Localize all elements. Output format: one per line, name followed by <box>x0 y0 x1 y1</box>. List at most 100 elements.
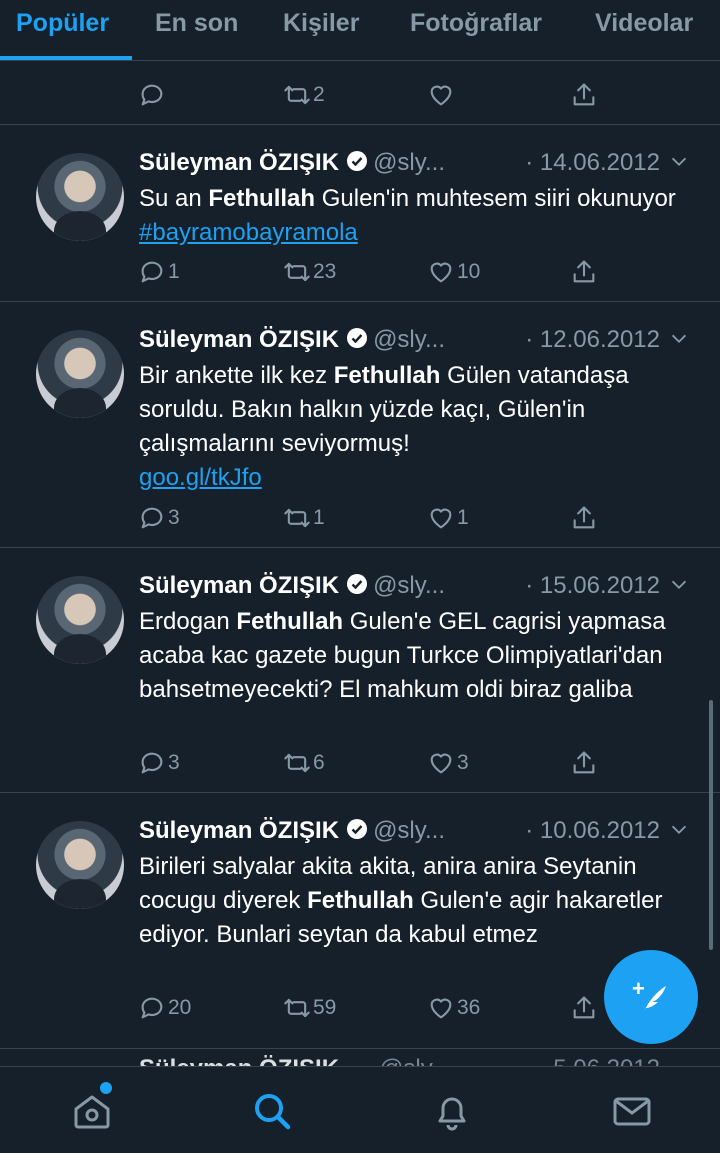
verified-badge-icon <box>347 819 368 839</box>
compose-tweet-button[interactable]: + <box>604 950 698 1044</box>
tab-people[interactable]: Kişiler <box>283 0 359 60</box>
bottom-navigation <box>0 1066 720 1153</box>
author-handle[interactable]: @sly... <box>373 817 445 844</box>
like-button[interactable] <box>427 75 457 115</box>
compose-feather-icon: + <box>632 976 666 1012</box>
like-button[interactable]: 36 <box>427 988 480 1028</box>
hashtag-link[interactable]: #bayramobayramola <box>139 219 358 246</box>
tweet-feed[interactable]: 2 Süleyman ÖZIŞIK @sly... · 14.06.2012 Su… <box>0 61 720 1066</box>
share-button[interactable] <box>570 988 598 1028</box>
tweet-text: Bir ankette ilk kez Fethullah Gülen vata… <box>139 362 629 491</box>
svg-text:+: + <box>632 976 645 1001</box>
retweet-button[interactable]: 2 <box>283 75 325 115</box>
heart-icon <box>430 753 452 774</box>
notifications-icon[interactable] <box>430 1089 474 1133</box>
tweet-text: Birileri salyalar akita akita, anira ani… <box>139 853 663 948</box>
tweet-header: Süleyman ÖZIŞIK @sly... <box>139 811 445 851</box>
reply-button[interactable]: 1 <box>138 252 180 292</box>
heart-icon <box>430 508 452 529</box>
retweet-button[interactable]: 23 <box>283 252 336 292</box>
tweet-date[interactable]: · 14.06.2012 <box>525 143 660 183</box>
retweet-icon <box>284 753 310 773</box>
share-button[interactable] <box>570 498 598 538</box>
notification-dot <box>98 1080 114 1096</box>
chevron-down-icon[interactable] <box>668 819 690 841</box>
author-name[interactable]: Süleyman ÖZIŞIK <box>139 149 339 176</box>
author-handle[interactable]: @sly... <box>379 1055 451 1066</box>
tweet-actions: 3 6 3 <box>0 743 720 783</box>
tweet-actions: 3 1 1 <box>0 498 720 538</box>
share-icon <box>573 506 595 529</box>
tab-videos[interactable]: Videolar <box>595 0 693 60</box>
avatar[interactable] <box>36 576 124 664</box>
author-name[interactable]: Süleyman ÖZIŞIK <box>139 1055 339 1066</box>
chevron-down-icon[interactable] <box>668 328 690 350</box>
avatar[interactable] <box>36 821 124 909</box>
tweet-header: Süleyman ÖZIŞIK @sly... <box>139 143 445 183</box>
author-name[interactable]: Süleyman ÖZIŞIK <box>139 326 339 353</box>
tweet-text: Su an Fethullah Gulen'in muhtesem siiri … <box>139 185 676 246</box>
author-name[interactable]: Süleyman ÖZIŞIK <box>139 572 339 599</box>
author-handle[interactable]: @sly... <box>373 572 445 599</box>
share-icon <box>573 996 595 1019</box>
reply-button[interactable]: 3 <box>138 743 180 783</box>
author-name[interactable]: Süleyman ÖZIŞIK <box>139 817 339 844</box>
avatar[interactable] <box>36 153 124 241</box>
reply-icon <box>141 752 163 774</box>
share-button[interactable] <box>570 252 598 292</box>
heart-icon <box>430 998 452 1019</box>
tweet-actions: 1 23 10 <box>0 252 720 292</box>
author-handle[interactable]: @sly... <box>373 326 445 353</box>
retweet-button[interactable]: 59 <box>283 988 336 1028</box>
share-button[interactable] <box>570 743 598 783</box>
tab-popular[interactable]: Popüler <box>16 0 109 60</box>
search-icon[interactable] <box>250 1089 294 1133</box>
chevron-down-icon[interactable] <box>668 151 690 173</box>
reply-button[interactable]: 3 <box>138 498 180 538</box>
tweet[interactable]: Süleyman ÖZIŞIK @sly... · 12.06.2012 Bir … <box>0 301 720 547</box>
tweet-date[interactable]: · 10.06.2012 <box>525 811 660 851</box>
reply-icon <box>141 261 163 283</box>
retweet-icon <box>284 508 310 528</box>
share-button[interactable] <box>570 75 598 115</box>
tweet[interactable]: Süleyman ÖZIŞIK @sly... 5.06.2012 <box>0 1048 720 1066</box>
active-tab-indicator <box>0 56 132 60</box>
share-icon <box>573 260 595 283</box>
share-icon <box>573 83 595 106</box>
tweet-header: Süleyman ÖZIŞIK @sly... <box>139 1049 451 1066</box>
tweet-header: Süleyman ÖZIŞIK @sly... <box>139 320 445 360</box>
tweet[interactable]: Süleyman ÖZIŞIK @sly... · 15.06.2012 Erdo… <box>0 547 720 792</box>
share-icon <box>573 751 595 774</box>
tab-latest[interactable]: En son <box>155 0 238 60</box>
tweet-actions: 2 <box>0 75 720 115</box>
retweet-button[interactable]: 1 <box>283 498 325 538</box>
tab-photos[interactable]: Fotoğraflar <box>410 0 542 60</box>
messages-icon[interactable] <box>610 1089 654 1133</box>
reply-icon <box>141 507 163 529</box>
author-handle[interactable]: @sly... <box>373 149 445 176</box>
like-button[interactable]: 1 <box>427 498 469 538</box>
heart-icon <box>430 85 452 106</box>
tweet-text: Erdogan Fethullah Gulen'e GEL cagrisi ya… <box>139 608 666 703</box>
like-button[interactable]: 10 <box>427 252 480 292</box>
verified-badge-icon <box>347 151 368 171</box>
retweet-icon <box>284 998 310 1018</box>
tweet-date[interactable]: 5.06.2012 <box>553 1049 660 1066</box>
like-button[interactable]: 3 <box>427 743 469 783</box>
search-tabs: Popüler En son Kişiler Fotoğraflar Video… <box>0 0 720 61</box>
tweet-date[interactable]: · 15.06.2012 <box>525 566 660 606</box>
url-link[interactable]: goo.gl/tkJfo <box>139 464 262 491</box>
reply-button[interactable]: 20 <box>138 988 191 1028</box>
retweet-button[interactable]: 6 <box>283 743 325 783</box>
reply-button[interactable] <box>138 75 168 115</box>
tweet-date[interactable]: · 12.06.2012 <box>525 320 660 360</box>
chevron-down-icon[interactable] <box>668 574 690 596</box>
avatar[interactable] <box>36 330 124 418</box>
reply-icon <box>141 84 163 106</box>
scrollbar[interactable] <box>709 700 713 950</box>
retweet-icon <box>284 85 310 105</box>
reply-icon <box>141 997 163 1019</box>
heart-icon <box>430 262 452 283</box>
tweet[interactable]: Süleyman ÖZIŞIK @sly... · 14.06.2012 Su a… <box>0 124 720 301</box>
tweet-header: Süleyman ÖZIŞIK @sly... <box>139 566 445 606</box>
